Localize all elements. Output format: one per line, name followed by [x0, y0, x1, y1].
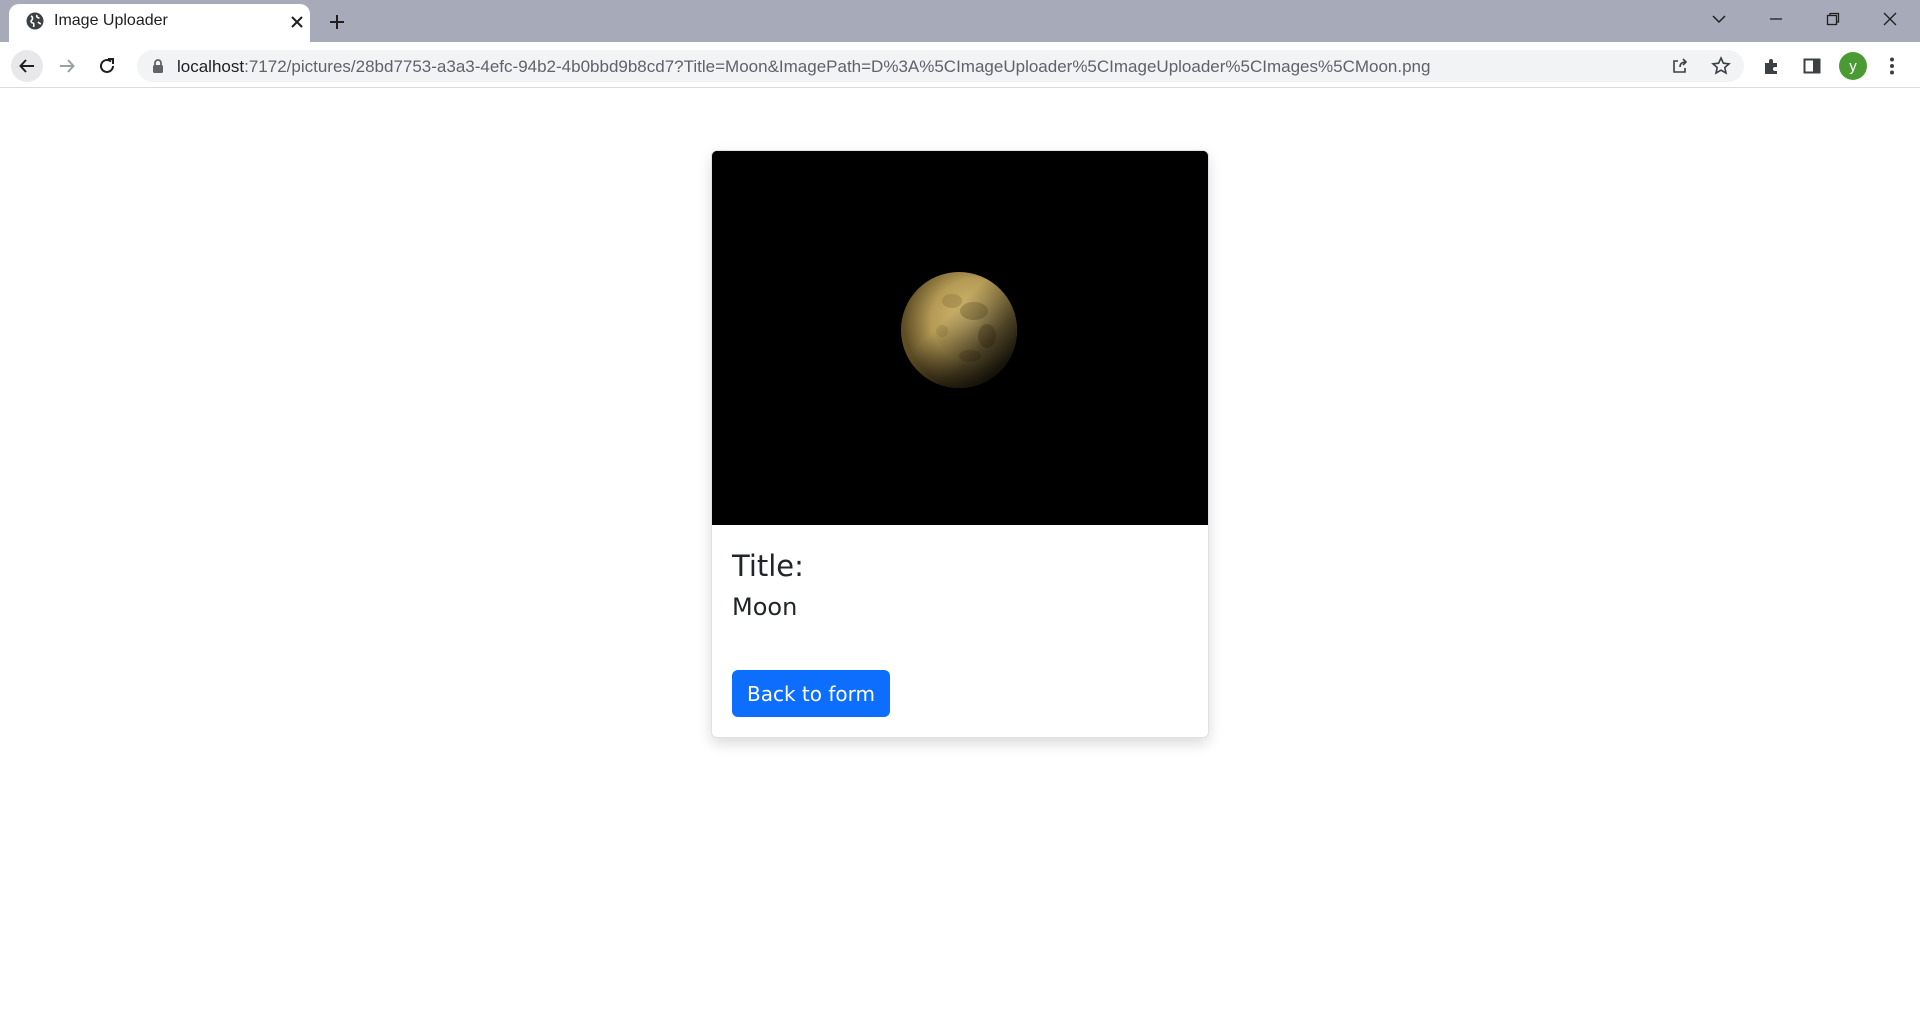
reload-icon[interactable]	[91, 50, 123, 82]
title-value: Moon	[732, 593, 798, 621]
back-arrow-icon[interactable]	[11, 50, 43, 82]
side-panel-icon[interactable]	[1800, 54, 1824, 78]
tab-strip: Image Uploader	[0, 0, 1920, 42]
close-icon[interactable]	[1867, 4, 1913, 34]
more-menu-icon[interactable]	[1880, 54, 1904, 78]
restore-icon[interactable]	[1810, 4, 1856, 34]
title-label: Title:	[732, 549, 804, 583]
profile-avatar[interactable]: y	[1839, 52, 1867, 80]
chevron-down-icon[interactable]	[1696, 4, 1742, 34]
close-icon[interactable]	[287, 12, 307, 32]
puzzle-icon[interactable]	[1760, 54, 1784, 78]
address-bar[interactable]: localhost:7172/pictures/28bd7753-a3a3-4e…	[137, 50, 1744, 82]
lock-icon[interactable]	[150, 58, 166, 74]
star-icon[interactable]	[1711, 56, 1731, 76]
browser-toolbar: localhost:7172/pictures/28bd7753-a3a3-4e…	[0, 42, 1920, 88]
forward-arrow-icon[interactable]	[51, 50, 83, 82]
minimize-icon[interactable]	[1753, 4, 1799, 34]
url-host: localhost	[177, 57, 245, 76]
moon-photo	[712, 151, 1208, 525]
url-text: localhost:7172/pictures/28bd7753-a3a3-4e…	[177, 57, 1430, 77]
image-card: Title: Moon Back to form	[711, 150, 1209, 738]
share-icon[interactable]	[1670, 56, 1690, 76]
page-viewport: Title: Moon Back to form	[0, 88, 1920, 1031]
tab-title: Image Uploader	[54, 12, 168, 29]
url-path: :7172/pictures/28bd7753-a3a3-4efc-94b2-4…	[244, 57, 1431, 76]
back-to-form-button[interactable]: Back to form	[732, 670, 890, 717]
globe-icon	[25, 11, 45, 31]
plus-icon[interactable]	[324, 9, 350, 35]
browser-tab[interactable]: Image Uploader	[9, 4, 310, 42]
